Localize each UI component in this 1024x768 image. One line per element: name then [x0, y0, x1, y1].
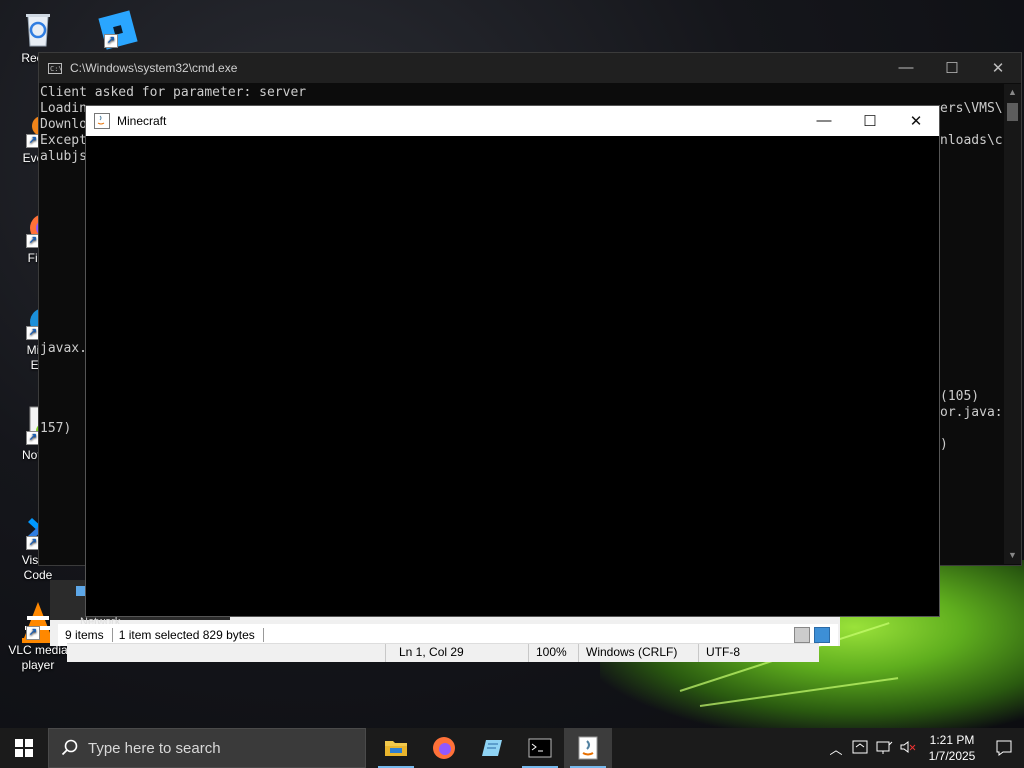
cmd-window-controls: — ☐ ✕: [883, 59, 1021, 77]
cursor-position: Ln 1, Col 29: [399, 645, 464, 659]
shortcut-arrow-icon: ↗: [26, 626, 40, 640]
encoding: UTF-8: [706, 645, 740, 659]
console-line-fragment: ): [940, 437, 948, 452]
taskbar-java[interactable]: [564, 728, 612, 768]
large-icons-view-icon[interactable]: [814, 627, 830, 643]
clock-time: 1:21 PM: [929, 733, 975, 747]
volume-muted-icon[interactable]: [896, 739, 920, 758]
console-line: Client asked for parameter: server: [40, 85, 307, 100]
minecraft-game-canvas[interactable]: [86, 136, 939, 616]
scroll-up-icon[interactable]: ▲: [1004, 84, 1021, 101]
maximize-icon[interactable]: ☐: [929, 59, 975, 77]
close-icon[interactable]: ✕: [975, 59, 1021, 77]
status-divider: [528, 644, 529, 662]
console-line: alubjs: [40, 149, 87, 164]
console-line-fragment: (105): [940, 389, 980, 404]
taskbar-command-prompt[interactable]: [516, 728, 564, 768]
minecraft-window-controls: — ☐ ✕: [801, 112, 939, 130]
console-line-fragment: ers\VMS\: [940, 101, 1003, 116]
folder-icon: [385, 741, 407, 756]
roblox-icon: ↗: [96, 8, 138, 50]
details-view-icon[interactable]: [794, 627, 810, 643]
zoom-level: 100%: [536, 645, 567, 659]
java-icon: [94, 113, 110, 129]
scroll-down-icon[interactable]: ▼: [1004, 547, 1021, 564]
clock-date: 1/7/2025: [928, 749, 976, 763]
taskbar-notepad[interactable]: [468, 728, 516, 768]
cmd-scrollbar[interactable]: ▲ ▼: [1004, 84, 1021, 564]
status-divider: [578, 644, 579, 662]
close-icon[interactable]: ✕: [893, 112, 939, 130]
console-line-fragment: or.java:: [940, 405, 1003, 420]
notepad-status-bar: Ln 1, Col 29 100% Windows (CRLF) UTF-8: [67, 643, 819, 662]
minimize-icon[interactable]: —: [883, 59, 929, 77]
line-ending: Windows (CRLF): [586, 645, 678, 659]
console-line-fragment: javax.: [40, 341, 87, 356]
app-tray-icon[interactable]: [848, 739, 872, 758]
windows-logo-icon: [15, 739, 33, 757]
network-icon[interactable]: [872, 739, 896, 758]
view-toggle-group: [794, 627, 830, 643]
taskbar-firefox[interactable]: [420, 728, 468, 768]
terminal-icon: [528, 738, 552, 758]
cmd-window-title: C:\Windows\system32\cmd.exe: [70, 61, 238, 75]
desktop-icon-roblox[interactable]: ↗: [84, 8, 148, 51]
status-selected: 1 item selected 829 bytes: [118, 628, 255, 642]
maximize-icon[interactable]: ☐: [847, 112, 893, 130]
minecraft-window[interactable]: Minecraft — ☐ ✕: [85, 105, 940, 617]
desktop: Recyc ↗ ↗ Every ↗ Fire ↗ Micr Ed ↗: [0, 0, 1024, 728]
taskbar: Type here to search ︿ 1:21 PM 1/7/2025: [0, 728, 1024, 768]
start-button[interactable]: [0, 728, 48, 768]
java-icon: [578, 736, 598, 760]
recycle-bin-icon: [18, 8, 58, 48]
scroll-thumb[interactable]: [1007, 103, 1018, 121]
console-line-fragment: nloads\c: [940, 133, 1003, 148]
cmd-title-bar[interactable]: C:\ C:\Windows\system32\cmd.exe — ☐ ✕: [39, 53, 1021, 83]
notification-icon: [996, 740, 1012, 756]
system-tray: ︿ 1:21 PM 1/7/2025: [824, 728, 1024, 768]
status-divider: [385, 644, 386, 662]
status-divider: [698, 644, 699, 662]
status-separator: [111, 628, 113, 642]
console-line-fragment: 157): [40, 421, 72, 436]
desktop-icon-label: player: [21, 658, 55, 672]
cmd-app-icon: C:\: [48, 62, 63, 74]
search-placeholder: Type here to search: [88, 739, 221, 757]
notification-center-button[interactable]: [984, 739, 1024, 757]
search-icon: [61, 739, 78, 756]
shortcut-arrow-icon: ↗: [104, 34, 118, 48]
firefox-icon: [433, 737, 455, 759]
notepad-icon: [482, 740, 502, 756]
taskbar-file-explorer[interactable]: [372, 728, 420, 768]
status-item-count: 9 items: [65, 628, 104, 642]
console-line: Downlo: [40, 117, 87, 132]
clock[interactable]: 1:21 PM 1/7/2025: [920, 732, 984, 764]
minecraft-window-title: Minecraft: [117, 114, 167, 128]
console-line: Except: [40, 133, 87, 148]
taskbar-search-box[interactable]: Type here to search: [48, 728, 366, 768]
status-separator: [262, 628, 264, 642]
minimize-icon[interactable]: —: [801, 112, 847, 130]
console-line: Loadin: [40, 101, 87, 116]
minecraft-title-bar[interactable]: Minecraft — ☐ ✕: [86, 106, 939, 136]
chevron-up-icon[interactable]: ︿: [824, 739, 848, 758]
